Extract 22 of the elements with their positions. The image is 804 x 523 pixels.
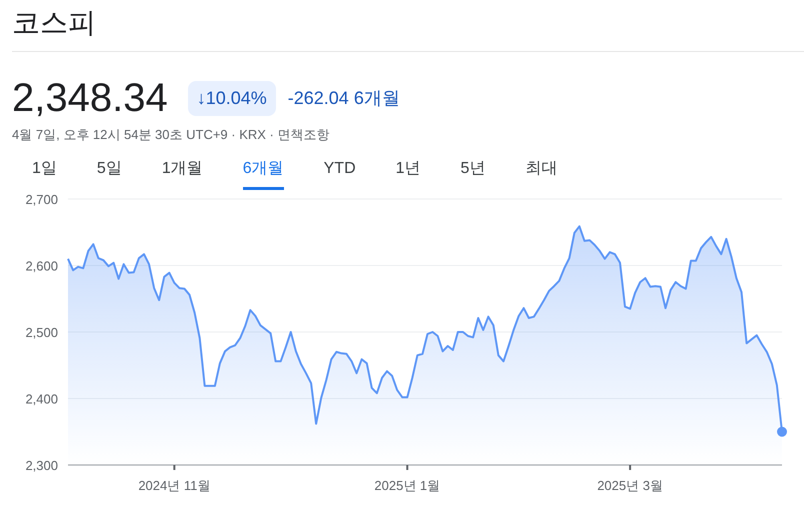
x-axis-label: 2024년 11월 <box>138 478 210 493</box>
last-point-marker <box>777 426 787 437</box>
change-amount: -262.04 6개월 <box>288 87 400 110</box>
range-tab[interactable]: 5년 <box>460 152 486 190</box>
y-axis-label: 2,600 <box>25 258 58 274</box>
y-axis-label: 2,700 <box>25 192 58 207</box>
y-axis-label: 2,500 <box>25 325 58 340</box>
y-axis-label: 2,400 <box>25 392 58 406</box>
timestamp-info: 4월 7일, 오후 12시 54분 30초 UTC+9 · KRX · 면책조항 <box>12 126 330 144</box>
y-axis-label: 2,300 <box>25 458 58 473</box>
range-tab[interactable]: 6개월 <box>242 152 284 190</box>
range-tab[interactable]: 1일 <box>32 152 57 190</box>
range-tab[interactable]: 1개월 <box>162 152 203 190</box>
x-axis-label: 2025년 3월 <box>597 478 663 493</box>
price-value: 2,348.34 <box>12 76 168 120</box>
page-title: 코스피 <box>12 6 96 40</box>
x-axis-label: 2025년 1월 <box>374 478 440 493</box>
range-tab[interactable]: YTD <box>324 152 356 190</box>
range-tab[interactable]: 5일 <box>96 152 122 190</box>
range-tab[interactable]: 1년 <box>396 152 421 190</box>
range-tab[interactable]: 최대 <box>525 152 558 190</box>
change-percent-badge: ↓10.04% <box>188 80 276 116</box>
